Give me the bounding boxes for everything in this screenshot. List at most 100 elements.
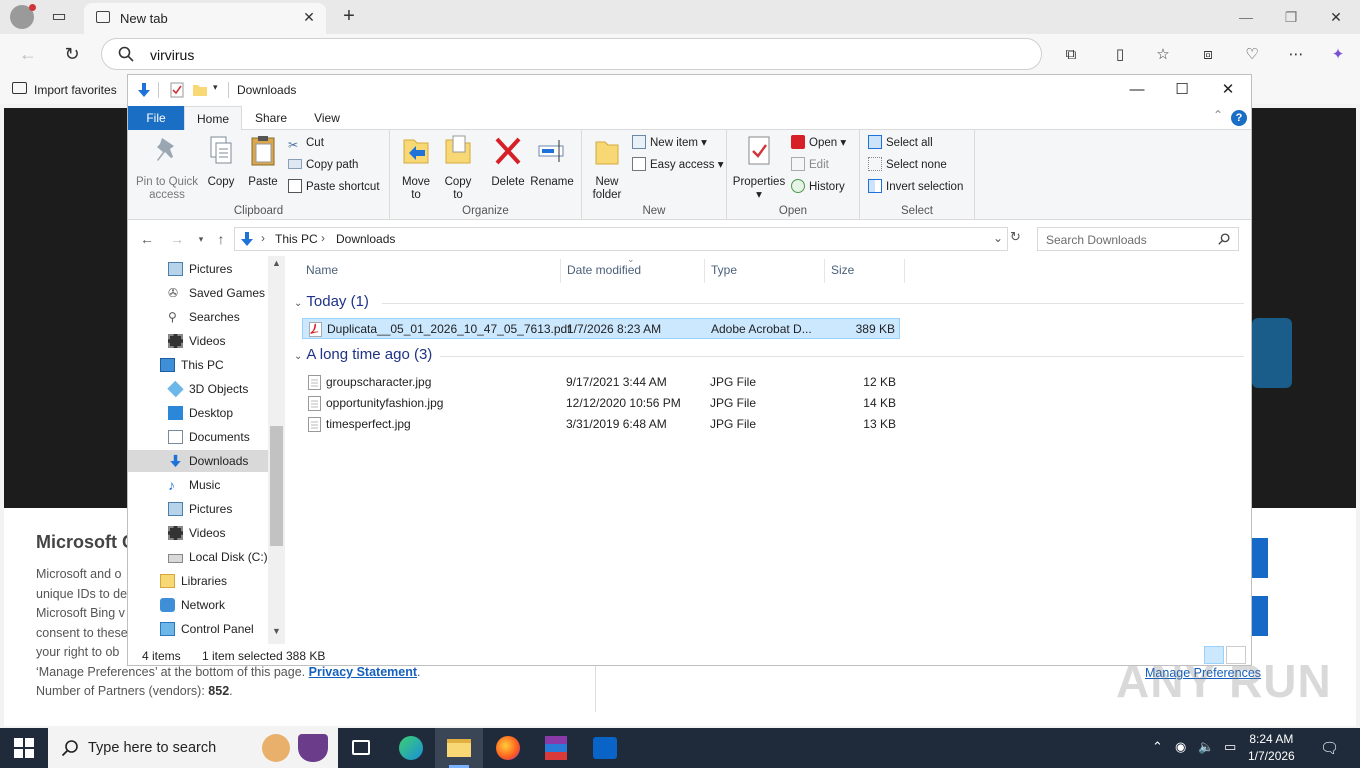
ribbon-tab-share[interactable]: Share	[248, 106, 294, 130]
browser-tab-new-tab[interactable]: New tab ✕	[84, 3, 326, 34]
breadcrumb-downloads[interactable]: Downloads	[336, 232, 395, 246]
file-row[interactable]: groupscharacter.jpg 9/17/2021 3:44 AM JP…	[302, 372, 900, 393]
split-screen-icon[interactable]: ▯	[1110, 45, 1130, 65]
select-none-button[interactable]: Select none	[868, 156, 947, 174]
nav-item-desktop[interactable]: Desktop	[168, 402, 268, 424]
taskbar-winrar-button[interactable]	[532, 728, 580, 768]
column-header-size[interactable]: Size	[831, 256, 854, 284]
nav-item-pictures-pc[interactable]: Pictures	[168, 498, 268, 520]
address-dropdown-icon[interactable]: ⌄	[993, 231, 1003, 245]
group-header-today[interactable]: ⌄ Today (1)	[294, 293, 369, 310]
copy-path-button[interactable]: Copy path	[288, 156, 358, 174]
explorer-maximize-button[interactable]: ☐	[1162, 79, 1202, 101]
consent-accept-button[interactable]	[1252, 538, 1268, 578]
refresh-button[interactable]: ↻	[60, 43, 84, 65]
file-row[interactable]: opportunityfashion.jpg 12/12/2020 10:56 …	[302, 393, 900, 414]
nav-item-this-pc[interactable]: This PC	[160, 354, 268, 376]
taskbar-firefox-button[interactable]	[484, 728, 532, 768]
new-folder-quick-icon[interactable]	[192, 82, 208, 98]
restore-browser-button[interactable]: ❐	[1281, 7, 1301, 27]
scrollbar-thumb[interactable]	[270, 426, 283, 546]
explorer-search-box[interactable]: Search Downloads	[1037, 227, 1239, 251]
task-view-button[interactable]	[338, 728, 386, 768]
network-tray-icon[interactable]: ▭	[1224, 739, 1236, 755]
file-row[interactable]: timesperfect.jpg 3/31/2019 6:48 AM JPG F…	[302, 414, 900, 435]
nav-item-videos-pc[interactable]: Videos	[168, 522, 268, 544]
open-button[interactable]: Open ▾	[791, 134, 846, 152]
navigation-pane-scrollbar[interactable]: ▲ ▼	[268, 256, 285, 644]
volume-icon[interactable]: 🔈	[1198, 739, 1214, 755]
favorites-icon[interactable]: ☆	[1153, 45, 1173, 65]
nav-item-3d-objects[interactable]: 3D Objects	[167, 378, 268, 400]
tab-actions-icon[interactable]: ▭	[48, 7, 70, 27]
taskbar-clock[interactable]: 8:24 AM 1/7/2026	[1248, 731, 1295, 765]
nav-item-local-disk[interactable]: Local Disk (C:)	[168, 546, 268, 568]
nav-item-videos[interactable]: Videos	[168, 330, 268, 352]
extensions-icon[interactable]: ⧉	[1061, 45, 1081, 65]
group-header-long-ago[interactable]: ⌄ A long time ago (3)	[294, 346, 432, 363]
taskbar-explorer-button[interactable]	[435, 728, 483, 768]
nav-item-searches[interactable]: ⚲ Searches	[168, 306, 268, 328]
meet-now-icon[interactable]: ◉	[1175, 739, 1186, 755]
taskbar-outlook-button[interactable]	[581, 728, 629, 768]
explorer-up-button[interactable]: ↑	[212, 229, 230, 249]
collections-icon[interactable]: ⧈	[1198, 45, 1218, 65]
new-folder-button[interactable]: New folder	[588, 134, 626, 202]
nav-item-saved-games[interactable]: ✇ Saved Games	[168, 282, 268, 304]
nav-item-control-panel[interactable]: Control Panel	[160, 618, 268, 640]
import-favorites-link[interactable]: Import favorites	[34, 83, 117, 97]
collapse-ribbon-icon[interactable]: ⌃	[1213, 108, 1223, 122]
history-button[interactable]: History	[791, 178, 845, 196]
pin-to-quick-access-button[interactable]: Pin to Quick access	[134, 134, 200, 202]
easy-access-button[interactable]: Easy access ▾	[632, 156, 724, 174]
new-item-button[interactable]: New item ▾	[632, 134, 707, 152]
help-icon[interactable]: ?	[1231, 110, 1247, 126]
copy-button[interactable]: Copy	[202, 134, 240, 189]
explorer-address-bar[interactable]: › This PC › Downloads ⌄	[234, 227, 1008, 251]
ribbon-tab-file[interactable]: File	[128, 106, 184, 130]
close-browser-button[interactable]: ✕	[1326, 7, 1346, 27]
notifications-icon[interactable]: 🗨	[1320, 739, 1339, 757]
explorer-forward-button[interactable]: →	[168, 229, 186, 249]
nav-item-documents[interactable]: Documents	[168, 426, 268, 448]
minimize-browser-button[interactable]: —	[1236, 7, 1256, 27]
nav-item-libraries[interactable]: Libraries	[160, 570, 268, 592]
windows-start-icon[interactable]	[14, 738, 34, 758]
large-icons-view-icon[interactable]	[1226, 646, 1246, 664]
close-tab-icon[interactable]: ✕	[300, 8, 318, 26]
back-button[interactable]: ←	[16, 43, 40, 65]
privacy-statement-link[interactable]: Privacy Statement	[309, 665, 417, 679]
properties-button[interactable]: Properties ▾	[731, 134, 787, 202]
invert-selection-button[interactable]: Invert selection	[868, 178, 963, 196]
consent-reject-button[interactable]	[1252, 596, 1268, 636]
show-hidden-icons-icon[interactable]: ⌃	[1152, 739, 1163, 755]
column-header-name[interactable]: Name	[306, 256, 338, 284]
delete-button[interactable]: Delete	[488, 134, 528, 189]
customize-quick-access-icon[interactable]: ▾	[213, 82, 223, 98]
paste-shortcut-button[interactable]: Paste shortcut	[288, 178, 380, 196]
breadcrumb-this-pc[interactable]: This PC	[275, 232, 318, 246]
explorer-close-button[interactable]: ✕	[1208, 79, 1248, 101]
nav-item-music[interactable]: ♪ Music	[168, 474, 268, 496]
details-view-icon[interactable]	[1204, 646, 1224, 664]
nav-item-downloads[interactable]: Downloads	[128, 450, 268, 472]
profile-avatar-icon[interactable]	[10, 4, 36, 29]
explorer-minimize-button[interactable]: —	[1117, 79, 1157, 101]
browser-essentials-icon[interactable]: ♡	[1242, 45, 1262, 65]
copy-to-button[interactable]: Copy to	[438, 134, 478, 202]
properties-quick-icon[interactable]	[170, 82, 184, 98]
nav-item-pictures[interactable]: Pictures	[168, 258, 268, 280]
new-tab-button[interactable]: +	[338, 5, 360, 27]
explorer-back-button[interactable]: ←	[138, 229, 156, 249]
scroll-down-icon[interactable]: ▼	[268, 626, 285, 642]
explorer-refresh-icon[interactable]: ↻	[1010, 229, 1026, 247]
recent-locations-icon[interactable]: ▾	[192, 229, 210, 249]
address-bar[interactable]: virvirus	[101, 38, 1042, 70]
file-row[interactable]: Duplicata__05_01_2026_10_47_05_7613.pdf …	[302, 318, 900, 339]
edit-button[interactable]: Edit	[791, 156, 829, 174]
nav-item-network[interactable]: Network	[160, 594, 268, 616]
rename-button[interactable]: Rename	[530, 134, 574, 189]
settings-more-icon[interactable]: ⋯	[1286, 45, 1306, 65]
ribbon-tab-view[interactable]: View	[304, 106, 350, 130]
ribbon-tab-home[interactable]: Home	[184, 106, 242, 131]
